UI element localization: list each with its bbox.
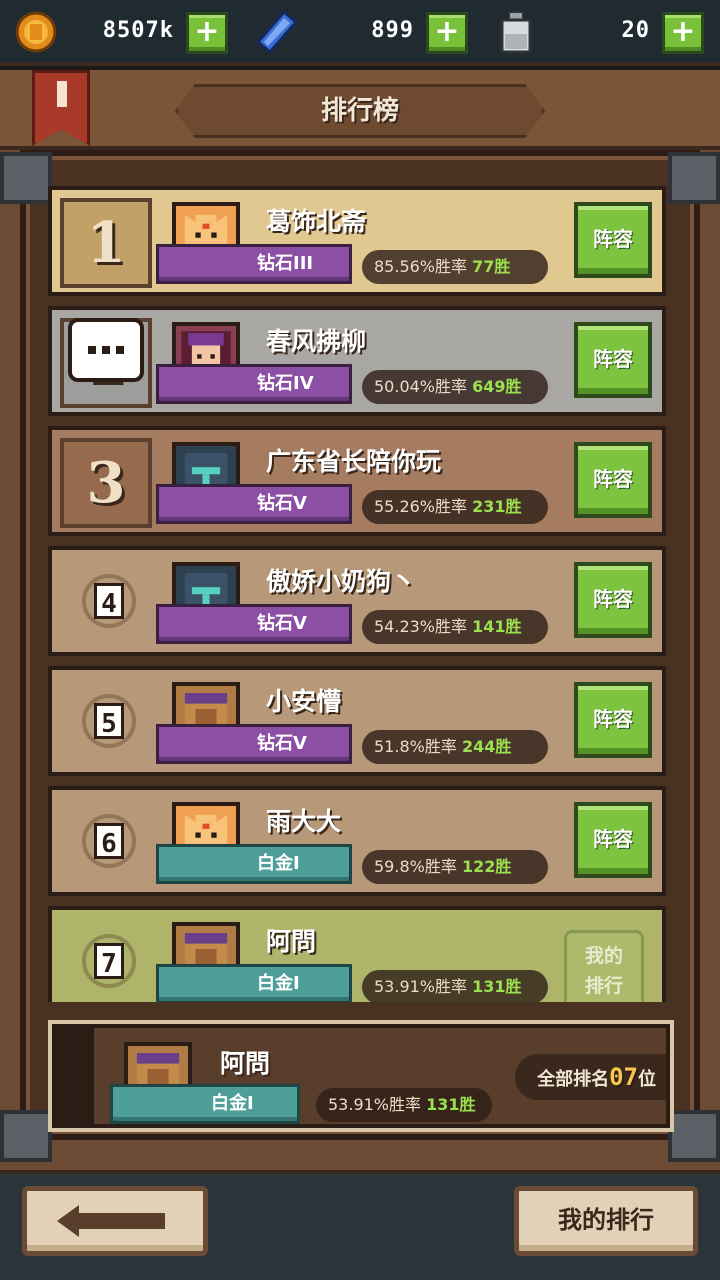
ranking-row: 6 雨大大 白金I 59.8%胜率 122胜 阵容: [48, 786, 666, 896]
my-rank-marker[interactable]: 我的 排行: [564, 930, 644, 1002]
rank-1-medal: 1: [60, 198, 152, 288]
lineup-button[interactable]: 阵容: [574, 442, 652, 518]
player-name: 葛饰北斋: [266, 207, 367, 236]
tier-badge: 钻石III: [156, 244, 352, 284]
tier-badge: 钻石V: [156, 604, 352, 644]
tier-badge: 钻石V: [156, 484, 352, 524]
player-name: 傲娇小奶狗丶: [266, 567, 417, 596]
lineup-button[interactable]: 阵容: [574, 802, 652, 878]
bottom-bar: 我的排行: [0, 1170, 720, 1280]
my-rank-button[interactable]: 我的排行: [514, 1186, 698, 1256]
gold-coin-icon: [15, 11, 57, 53]
win-stats: 54.23%胜率 141胜: [362, 610, 548, 644]
bottle-icon: [500, 11, 532, 54]
tier-badge: 白金I: [156, 964, 352, 1002]
ranking-row-self: 7 阿問 白金I 53.91%胜率 131胜 我的 排行: [48, 906, 666, 1002]
my-ranking-bar: 阿問 白金I 53.91%胜率 131胜 全部排名07位: [48, 1020, 674, 1132]
coin-value: 8507k: [102, 18, 174, 43]
ranking-row: 4 傲娇小奶狗丶 钻石V 54.23%胜率 141胜 阵容: [48, 546, 666, 656]
gem-value: 899: [371, 18, 414, 43]
coin-resource: 8507k +: [14, 8, 232, 56]
lineup-button[interactable]: 阵容: [574, 202, 652, 278]
rank-number: 6: [82, 814, 136, 868]
ranking-row: 3 广东省长陪你玩 钻石V 55.26%胜率 231胜 阵容: [48, 426, 666, 536]
ranking-row: 5 小安懵 钻石V 51.8%胜率 244胜 阵容: [48, 666, 666, 776]
rank-number: 5: [82, 694, 136, 748]
my-tier-badge: 白金I: [110, 1084, 300, 1124]
lineup-button[interactable]: 阵容: [574, 682, 652, 758]
overall-rank: 全部排名07位: [515, 1054, 666, 1100]
potion-value: 20: [621, 18, 650, 43]
win-stats: 55.26%胜率 231胜: [362, 490, 548, 524]
resource-bar: 8507k + 899 + 20 +: [0, 0, 720, 66]
win-stats: 85.56%胜率 77胜: [362, 250, 548, 284]
ranking-row: 1 葛饰北斋 钻石III 85.56%胜率 77胜 阵容: [48, 186, 666, 296]
rank-3-medal: 3: [60, 438, 152, 528]
title-bar: 排行榜: [0, 70, 720, 150]
back-button[interactable]: [22, 1186, 208, 1256]
my-name: 阿問: [220, 1049, 271, 1078]
season-ribbon: [32, 70, 90, 146]
my-win-stats: 53.91%胜率 131胜: [316, 1088, 492, 1122]
player-name: 小安懵: [266, 687, 342, 716]
win-stats: 50.04%胜率 649胜: [362, 370, 548, 404]
ranking-row: 2 春风拂柳 钻石IV 50.04%胜率 649胜 阵容: [48, 306, 666, 416]
rank-number: 7: [82, 934, 136, 988]
potion-resource: 20 +: [494, 8, 708, 56]
player-name: 雨大大: [266, 807, 342, 836]
tier-badge: 白金I: [156, 844, 352, 884]
tier-badge: 钻石V: [156, 724, 352, 764]
lineup-button[interactable]: 阵容: [574, 322, 652, 398]
lineup-button[interactable]: 阵容: [574, 562, 652, 638]
player-name: 阿問: [266, 927, 317, 956]
gem-resource: 899 +: [254, 8, 472, 56]
tier-badge: 钻石IV: [156, 364, 352, 404]
ranking-list[interactable]: 1 葛饰北斋 钻石III 85.56%胜率 77胜 阵容 2 春风拂柳 钻石IV…: [38, 178, 682, 1002]
add-gem-button[interactable]: +: [426, 12, 468, 54]
player-name: 广东省长陪你玩: [266, 447, 442, 476]
page-title: 排行榜: [320, 96, 399, 126]
add-coin-button[interactable]: +: [186, 12, 228, 54]
win-stats: 51.8%胜率 244胜: [362, 730, 548, 764]
add-potion-button[interactable]: +: [662, 12, 704, 54]
rank-number: 4: [82, 574, 136, 628]
player-name: 春风拂柳: [266, 327, 367, 356]
win-stats: 53.91%胜率 131胜: [362, 970, 548, 1002]
win-stats: 59.8%胜率 122胜: [362, 850, 548, 884]
chat-bubble-icon[interactable]: [68, 318, 144, 382]
blue-gem-icon: [255, 10, 298, 54]
